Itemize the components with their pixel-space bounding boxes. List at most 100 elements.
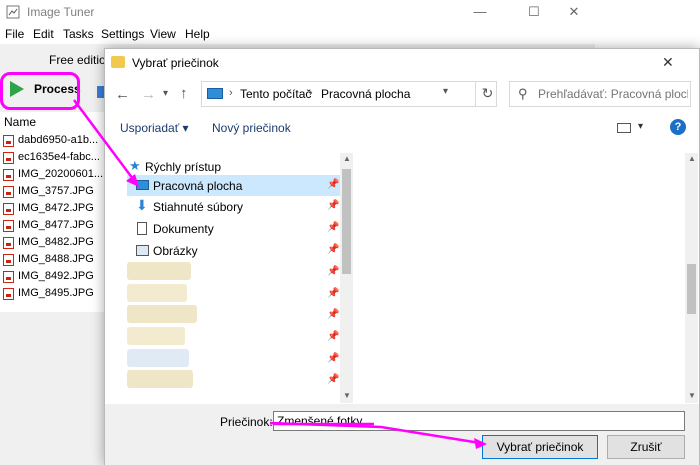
pin-icon[interactable]: 📌 <box>327 309 339 320</box>
file-name: IMG_8472.JPG <box>18 202 94 214</box>
tree-item-documents[interactable]: Dokumenty 📌 <box>105 218 340 239</box>
tree-label: Dokumenty <box>153 222 214 236</box>
back-arrow-icon[interactable]: ← <box>115 86 130 103</box>
star-icon: ★ <box>129 158 141 173</box>
pin-icon[interactable]: 📌 <box>327 353 339 364</box>
chevron-down-icon[interactable]: ▾ <box>638 121 643 132</box>
refresh-icon[interactable]: ↻ <box>475 81 499 107</box>
dialog-title: Vybrať priečinok <box>132 56 219 70</box>
redacted-item <box>127 284 187 302</box>
minimize-button[interactable]: — <box>457 0 503 24</box>
close-button[interactable]: ✕ <box>551 0 597 24</box>
process-highlight <box>0 72 80 110</box>
search-input[interactable] <box>538 84 688 104</box>
title-bar: Image Tuner — ☐ ✕ <box>0 0 595 24</box>
redacted-item <box>127 305 197 323</box>
file-name: IMG_8482.JPG <box>18 236 94 248</box>
file-name: ec1635e4-fabc... <box>18 151 100 163</box>
content-scrollbar-thumb[interactable] <box>687 264 696 314</box>
pin-icon[interactable]: 📌 <box>327 374 339 385</box>
scroll-down-icon[interactable]: ▼ <box>343 391 351 400</box>
forward-arrow-icon[interactable]: → <box>141 86 156 103</box>
tree-label: Stiahnuté súbory <box>153 200 244 214</box>
pin-icon[interactable]: 📌 <box>327 179 339 190</box>
list-item[interactable]: IMG_8472.JPG <box>3 201 103 218</box>
app-title: Image Tuner <box>27 5 95 19</box>
pin-icon[interactable]: 📌 <box>327 331 339 342</box>
tree-scrollbar-thumb[interactable] <box>342 169 351 274</box>
pictures-icon <box>136 245 149 256</box>
file-name: IMG_8492.JPG <box>18 270 94 282</box>
chevron-down-icon[interactable]: ▾ <box>443 86 448 97</box>
list-item[interactable]: IMG_3757.JPG <box>3 184 103 201</box>
file-name: IMG_3757.JPG <box>18 185 94 197</box>
image-file-icon <box>3 169 14 181</box>
edition-label: Free edition <box>49 53 113 67</box>
list-item[interactable]: dabd6950-a1b... <box>3 133 103 150</box>
list-item[interactable]: IMG_20200601... <box>3 167 103 184</box>
download-arrow-icon: ⬇ <box>136 197 148 213</box>
organize-button[interactable]: Usporiadať ▾ <box>120 121 189 135</box>
scroll-up-icon[interactable]: ▲ <box>343 154 351 163</box>
menu-view[interactable]: View <box>150 27 176 41</box>
select-folder-button[interactable]: Vybrať priečinok <box>482 435 598 459</box>
menu-settings[interactable]: Settings <box>101 27 144 41</box>
pin-icon[interactable]: 📌 <box>327 266 339 277</box>
chevron-right-icon[interactable]: › <box>229 87 233 99</box>
image-file-icon <box>3 186 14 198</box>
document-icon <box>137 222 147 235</box>
breadcrumb-desktop[interactable]: Pracovná plocha <box>321 87 410 101</box>
image-file-icon <box>3 220 14 232</box>
file-name: IMG_8477.JPG <box>18 219 94 231</box>
breadcrumb-this-pc[interactable]: Tento počítač <box>240 87 311 101</box>
file-name: IMG_8495.JPG <box>18 287 94 299</box>
cancel-button[interactable]: Zrušiť <box>607 435 685 459</box>
dialog-title-bar: Vybrať priečinok ✕ <box>105 49 699 77</box>
menu-bar: File Edit Tasks Settings View Help <box>0 24 595 44</box>
redacted-item <box>127 327 185 345</box>
menu-edit[interactable]: Edit <box>33 27 54 41</box>
tree-item-downloads[interactable]: ⬇ Stiahnuté súbory 📌 <box>105 196 340 217</box>
list-item[interactable]: IMG_8482.JPG <box>3 235 103 252</box>
tree-item-desktop[interactable]: Pracovná plocha 📌 <box>105 175 340 196</box>
view-options-icon[interactable] <box>617 123 631 133</box>
tree-label: Obrázky <box>153 244 198 258</box>
menu-help[interactable]: Help <box>185 27 210 41</box>
redacted-item <box>127 370 193 388</box>
chevron-right-icon[interactable]: › <box>309 87 313 99</box>
address-bar[interactable]: › Tento počítač › Pracovná plocha ▾ <box>201 81 497 107</box>
image-file-icon <box>3 152 14 164</box>
tree-item-pictures[interactable]: Obrázky 📌 <box>105 240 340 261</box>
column-header-name[interactable]: Name <box>4 115 36 129</box>
list-item[interactable]: ec1635e4-fabc... <box>3 150 103 167</box>
help-icon[interactable]: ? <box>670 119 686 135</box>
list-item[interactable]: IMG_8492.JPG <box>3 269 103 286</box>
menu-file[interactable]: File <box>5 27 24 41</box>
tree-label: Pracovná plocha <box>153 179 243 193</box>
pin-icon[interactable]: 📌 <box>327 200 339 211</box>
dialog-close-button[interactable]: ✕ <box>662 54 674 71</box>
search-box: ⚲ <box>509 81 691 107</box>
pin-icon[interactable]: 📌 <box>327 244 339 255</box>
list-item[interactable]: IMG_8488.JPG <box>3 252 103 269</box>
up-arrow-icon[interactable]: ↑ <box>180 85 188 102</box>
folder-name-input[interactable] <box>273 411 685 431</box>
image-file-icon <box>3 203 14 215</box>
file-name: IMG_8488.JPG <box>18 253 94 265</box>
new-folder-button[interactable]: Nový priečinok <box>212 121 291 135</box>
list-item[interactable]: IMG_8495.JPG <box>3 286 103 303</box>
pin-icon[interactable]: 📌 <box>327 288 339 299</box>
image-file-icon <box>3 237 14 249</box>
file-list: Name dabd6950-a1b... ec1635e4-fabc... IM… <box>0 112 104 312</box>
monitor-icon <box>207 88 223 99</box>
search-icon: ⚲ <box>518 86 528 101</box>
tree-item-quick-access[interactable]: ★ Rýchly prístup <box>105 156 340 177</box>
list-item[interactable]: IMG_8477.JPG <box>3 218 103 235</box>
folder-label: Priečinok: <box>220 415 273 429</box>
pin-icon[interactable]: 📌 <box>327 222 339 233</box>
scroll-up-icon[interactable]: ▲ <box>688 154 696 163</box>
scroll-down-icon[interactable]: ▼ <box>688 391 696 400</box>
chevron-down-icon[interactable]: ▾ <box>163 88 168 99</box>
redacted-item <box>127 262 191 280</box>
menu-tasks[interactable]: Tasks <box>63 27 94 41</box>
